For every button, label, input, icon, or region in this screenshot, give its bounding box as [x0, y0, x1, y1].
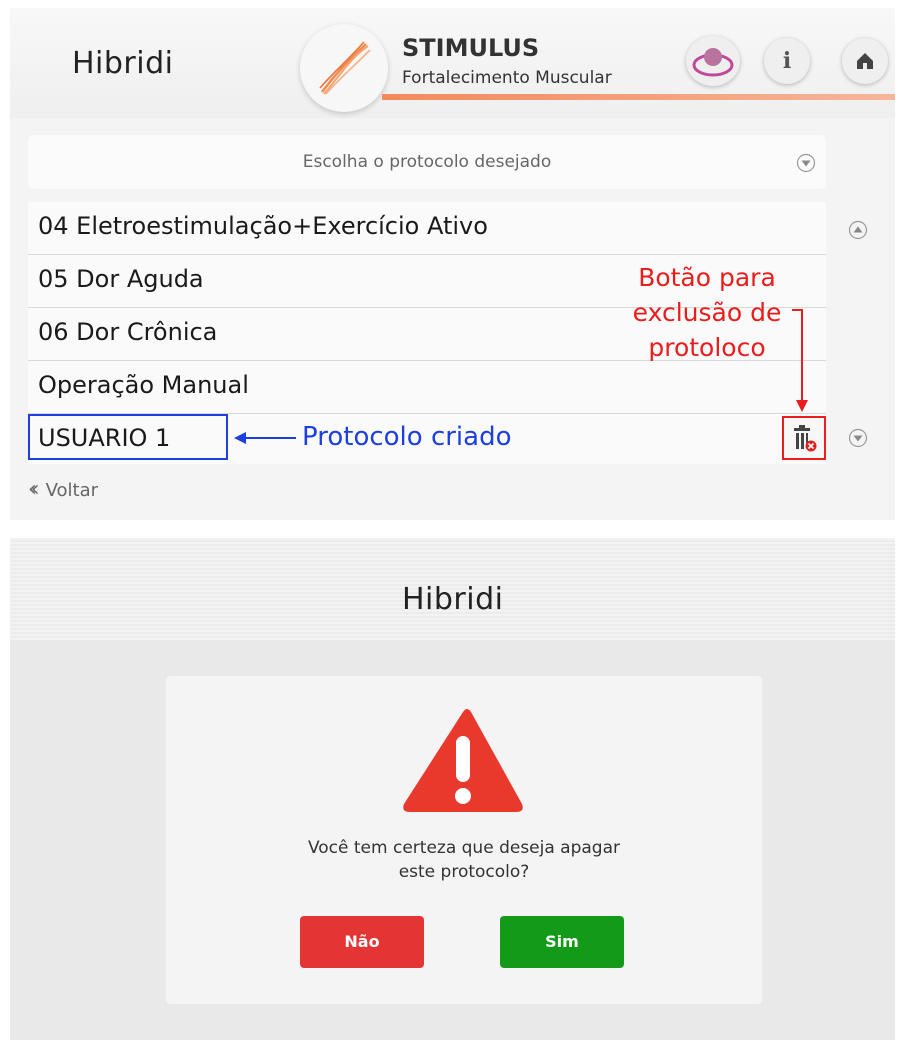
cancel-button[interactable]: Não	[300, 916, 424, 968]
delete-annotation-line1: Botão para	[638, 263, 776, 292]
delete-annotation-line2: exclusão de	[632, 298, 782, 327]
protocol-select[interactable]: Escolha o protocolo desejado	[28, 135, 826, 189]
app-title: STIMULUS	[402, 34, 540, 62]
app-header: Hibridi STIMULUS Fortalecimento Muscular…	[10, 8, 895, 118]
confirm-button[interactable]: Sim	[500, 916, 624, 968]
confirm-message-line2: este protocolo?	[398, 862, 530, 882]
muscle-fiber-icon	[319, 41, 371, 95]
trash-icon	[794, 425, 817, 452]
annotation-arrow-down-icon	[792, 309, 808, 412]
app-logo-circle	[300, 24, 388, 112]
warning-icon	[403, 709, 523, 812]
info-icon: i	[782, 48, 792, 74]
list-item[interactable]: Operação Manual	[28, 361, 826, 414]
protocol-select-placeholder: Escolha o protocolo desejado	[302, 152, 552, 172]
scroll-up-button[interactable]	[848, 220, 868, 240]
chevron-down-icon	[796, 153, 816, 173]
protocol-screen: Hibridi STIMULUS Fortalecimento Muscular…	[10, 8, 895, 520]
header-accent-line	[382, 94, 895, 100]
delete-annotation-line3: protoloco	[648, 333, 766, 362]
home-icon	[857, 53, 873, 69]
back-button[interactable]: ‹‹ Voltar	[28, 477, 98, 502]
scroll-down-button[interactable]	[848, 428, 868, 448]
back-label: Voltar	[45, 480, 99, 501]
list-item-label: 06 Dor Crônica	[38, 318, 218, 346]
delete-confirmation-screen: Hibridi Você tem certeza que deseja apag…	[10, 538, 895, 1040]
list-item-label: Operação Manual	[38, 371, 249, 399]
confirm-message-line1: Você tem certeza que deseja apagar	[307, 838, 621, 858]
app-subtitle: Fortalecimento Muscular	[402, 68, 612, 88]
home-button[interactable]	[842, 38, 888, 84]
list-item-label: 04 Eletroestimulação+Exercício Ativo	[38, 212, 488, 240]
confirmation-header: Hibridi	[10, 538, 895, 640]
confirm-message: Você tem certeza que deseja apagar este …	[166, 836, 762, 884]
info-button[interactable]: i	[764, 38, 810, 84]
created-protocol-highlight	[28, 414, 228, 460]
double-chevron-left-icon: ‹‹	[28, 477, 39, 502]
list-item[interactable]: 04 Eletroestimulação+Exercício Ativo	[28, 202, 826, 255]
brand-logo: Hibridi	[402, 582, 504, 617]
profile-icon	[692, 48, 734, 77]
profile-button[interactable]	[686, 36, 740, 86]
confirm-dialog: Você tem certeza que deseja apagar este …	[166, 676, 762, 1004]
list-item-label: 05 Dor Aguda	[38, 265, 204, 293]
annotation-arrow-left-icon	[234, 432, 296, 444]
delete-protocol-button[interactable]	[782, 416, 826, 460]
delete-button-annotation: Botão para exclusão de protoloco	[622, 260, 792, 365]
created-protocol-annotation: Protocolo criado	[302, 422, 512, 452]
brand-logo: Hibridi	[72, 46, 174, 81]
